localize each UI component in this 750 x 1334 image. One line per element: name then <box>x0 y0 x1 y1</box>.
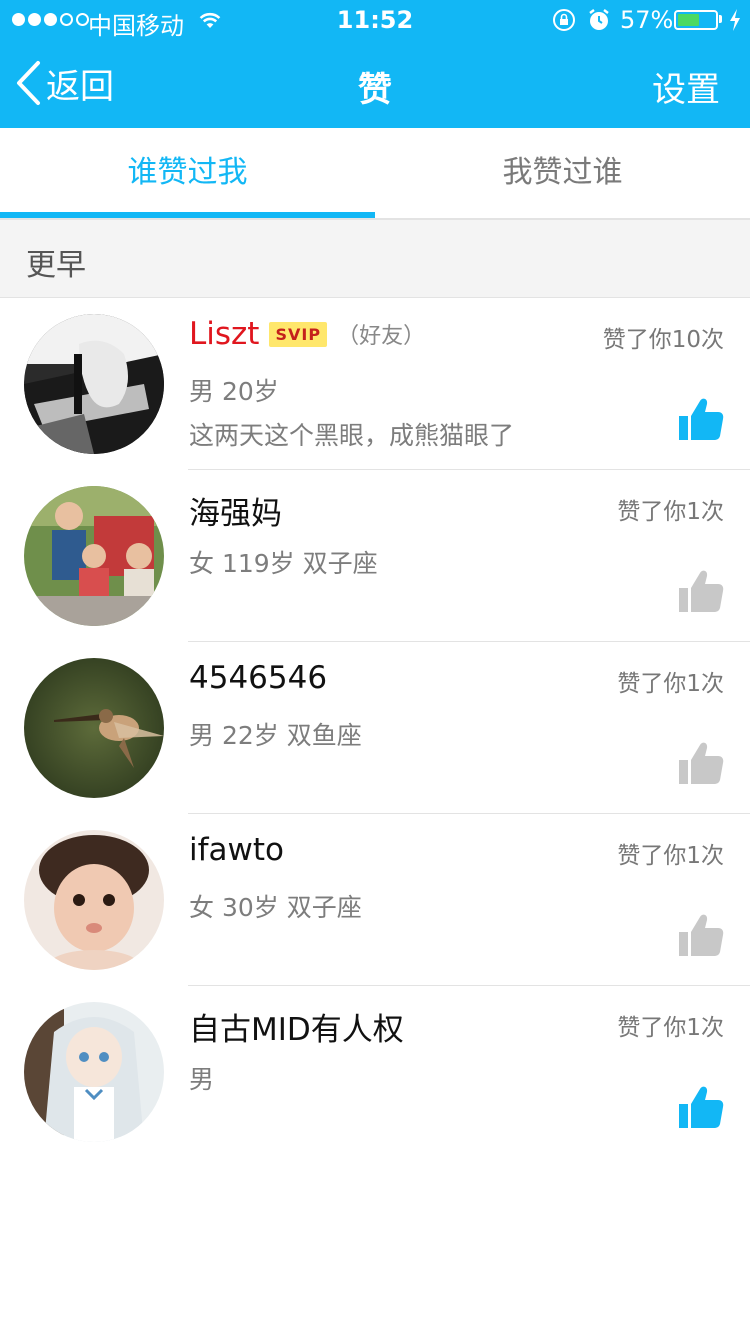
user-info: 男 22岁 双鱼座 <box>189 721 362 750</box>
like-list: Liszt SVIP （好友） 赞了你10次 男 20岁 这两天这个黑眼，成熊猫… <box>0 298 750 1158</box>
list-item[interactable]: 自古MID有人权 赞了你1次 男 <box>0 986 750 1158</box>
avatar[interactable] <box>24 830 164 970</box>
avatar[interactable] <box>24 486 164 626</box>
battery-level <box>678 14 699 26</box>
user-name: Liszt <box>189 316 260 352</box>
rotation-lock-icon <box>552 8 576 38</box>
user-info: 女 30岁 双子座 <box>189 893 362 922</box>
top-bar: 中国移动 11:52 57% 返回 赞 设置 <box>0 0 750 128</box>
battery-icon <box>674 10 718 30</box>
list-item[interactable]: ifawto 赞了你1次 女 30岁 双子座 <box>0 814 750 986</box>
charging-bolt-icon <box>728 8 742 38</box>
user-info: 女 119岁 双子座 <box>189 549 378 578</box>
battery-cap <box>719 15 722 23</box>
tab-who-liked-me[interactable]: 谁赞过我 <box>0 128 375 218</box>
name-line: 海强妈 <box>189 488 282 533</box>
user-name: 自古MID有人权 <box>189 1012 404 1048</box>
thumbs-up-icon[interactable] <box>678 912 724 958</box>
thumbs-up-icon[interactable] <box>678 396 724 442</box>
thumbs-up-icon[interactable] <box>678 740 724 786</box>
alarm-icon <box>587 8 611 38</box>
user-name: 4546546 <box>189 660 328 696</box>
name-line: 自古MID有人权 <box>189 1004 404 1049</box>
user-info: 男 20岁 <box>189 377 279 406</box>
list-item[interactable]: Liszt SVIP （好友） 赞了你10次 男 20岁 这两天这个黑眼，成熊猫… <box>0 298 750 470</box>
avatar[interactable] <box>24 1002 164 1142</box>
tab-indicator <box>0 212 375 218</box>
thumbs-up-icon[interactable] <box>678 568 724 614</box>
section-header: 更早 <box>0 220 750 298</box>
like-count: 赞了你10次 <box>602 327 724 353</box>
name-line: Liszt SVIP （好友） <box>189 316 425 352</box>
list-item[interactable]: 海强妈 赞了你1次 女 119岁 双子座 <box>0 470 750 642</box>
avatar[interactable] <box>24 314 164 454</box>
like-count: 赞了你1次 <box>617 499 724 525</box>
page-title: 赞 <box>358 70 392 110</box>
name-line: ifawto <box>189 832 284 868</box>
like-count: 赞了你1次 <box>617 843 724 869</box>
friend-tag: （好友） <box>337 324 426 349</box>
user-name: ifawto <box>189 832 284 868</box>
list-item[interactable]: 4546546 赞了你1次 男 22岁 双鱼座 <box>0 642 750 814</box>
user-signature: 这两天这个黑眼，成熊猫眼了 <box>189 421 515 450</box>
settings-button[interactable]: 设置 <box>652 62 720 111</box>
tab-who-i-liked[interactable]: 我赞过谁 <box>375 128 750 218</box>
thumbs-up-icon[interactable] <box>678 1084 724 1130</box>
section-label: 更早 <box>26 248 86 283</box>
user-info: 男 <box>189 1065 215 1094</box>
avatar[interactable] <box>24 658 164 798</box>
status-bar: 中国移动 11:52 57% <box>0 0 750 40</box>
svip-badge: SVIP <box>269 321 328 347</box>
user-name: 海强妈 <box>189 496 282 532</box>
like-count: 赞了你1次 <box>617 1015 724 1041</box>
battery-percent: 57% <box>620 6 674 34</box>
like-count: 赞了你1次 <box>617 671 724 697</box>
tab-bar: 谁赞过我 我赞过谁 <box>0 128 750 220</box>
name-line: 4546546 <box>189 660 327 696</box>
